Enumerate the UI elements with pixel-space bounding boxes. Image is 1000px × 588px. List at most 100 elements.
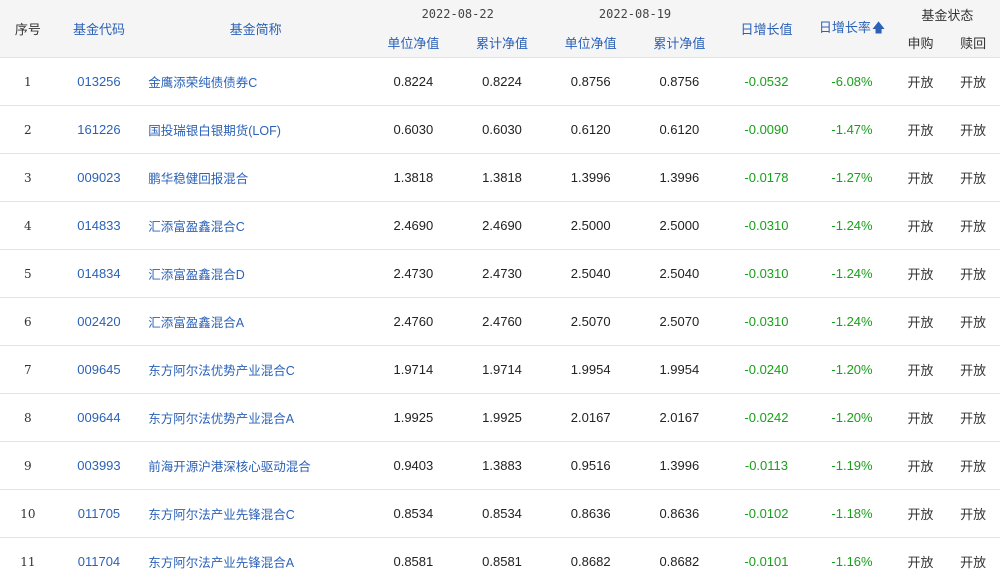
unit-nav-current: 2.4760 [369, 297, 458, 346]
unit-nav-current: 2.4730 [369, 249, 458, 298]
table-row: 3 009023 鹏华稳健回报混合 1.3818 1.3818 1.3996 1.3996-… [0, 153, 1000, 202]
acc-nav-previous: 2.5000 [635, 201, 724, 250]
subscribe-status: 开放 [894, 201, 947, 250]
acc-nav-current: 1.3818 [457, 153, 547, 202]
fund-name-link[interactable]: 东方阿尔法优势产业混合C [142, 345, 370, 394]
row-index: 10 [0, 489, 56, 538]
acc-nav-current: 2.4730 [457, 249, 547, 298]
acc-nav-previous: 1.3996 [635, 441, 724, 490]
fund-code-link[interactable]: 009644 [55, 393, 143, 442]
table-row: 9 003993 前海开源沪港深核心驱动混合 0.9403 1.3883 0.9516 1.… [0, 441, 1000, 490]
fund-code-link[interactable]: 014834 [55, 249, 143, 298]
table-row: 8 009644 东方阿尔法优势产业混合A 1.9925 1.9925 2.0167 2.0… [0, 393, 1000, 442]
fund-code-link[interactable]: 002420 [55, 297, 143, 346]
fund-name-link[interactable]: 前海开源沪港深核心驱动混合 [142, 441, 370, 490]
table-row: 5 014834 汇添富盈鑫混合D 2.4730 2.4730 2.5040 2.5040-… [0, 249, 1000, 298]
redeem-status: 开放 [946, 57, 1000, 106]
acc-nav-current: 0.8581 [457, 537, 547, 586]
fund-table: 序号 基金代码 基金简称 2022-08-22 2022-08-19 日增长值 … [0, 0, 1000, 586]
unit-nav-previous: 0.6120 [546, 105, 636, 154]
col-header-date-1: 2022-08-22 [369, 0, 547, 28]
unit-nav-previous: 0.8636 [546, 489, 636, 538]
redeem-status: 开放 [946, 345, 1000, 394]
fund-code-link[interactable]: 003993 [55, 441, 143, 490]
unit-nav-previous: 2.0167 [546, 393, 636, 442]
subscribe-status: 开放 [894, 489, 947, 538]
acc-nav-current: 2.4760 [457, 297, 547, 346]
fund-code-link[interactable]: 009023 [55, 153, 143, 202]
acc-nav-previous: 0.6120 [635, 105, 724, 154]
fund-name-link[interactable]: 金鹰添荣纯债债券C [142, 57, 370, 106]
table-row: 11 011704 东方阿尔法产业先锋混合A 0.8581 0.8581 0.8682 0.… [0, 537, 1000, 586]
day-growth-rate: -1.24% [809, 297, 895, 346]
unit-nav-current: 0.8224 [369, 57, 458, 106]
fund-code-link[interactable]: 161226 [55, 105, 143, 154]
redeem-status: 开放 [946, 153, 1000, 202]
day-growth-value: -0.0113 [723, 441, 810, 490]
day-growth-rate: -1.19% [809, 441, 895, 490]
acc-nav-current: 1.9925 [457, 393, 547, 442]
table-row: 7 009645 东方阿尔法优势产业混合C 1.9714 1.9714 1.9954 1.9… [0, 345, 1000, 394]
col-header-acc-nav-1[interactable]: 累计净值 [457, 28, 547, 58]
acc-nav-current: 1.3883 [457, 441, 547, 490]
col-header-date-2: 2022-08-19 [546, 0, 724, 28]
col-header-unit-nav-2[interactable]: 单位净值 [546, 28, 636, 58]
fund-name-link[interactable]: 汇添富盈鑫混合C [142, 201, 370, 250]
fund-code-link[interactable]: 009645 [55, 345, 143, 394]
unit-nav-previous: 2.5000 [546, 201, 636, 250]
unit-nav-current: 1.3818 [369, 153, 458, 202]
subscribe-status: 开放 [894, 441, 947, 490]
fund-name-link[interactable]: 汇添富盈鑫混合D [142, 249, 370, 298]
col-header-day-growth[interactable]: 日增长值 [723, 0, 810, 58]
table-row: 4 014833 汇添富盈鑫混合C 2.4690 2.4690 2.5000 2.5000-… [0, 201, 1000, 250]
row-index: 3 [0, 153, 56, 202]
col-header-unit-nav-1[interactable]: 单位净值 [369, 28, 458, 58]
fund-code-link[interactable]: 011704 [55, 537, 143, 586]
unit-nav-previous: 0.8756 [546, 57, 636, 106]
row-index: 9 [0, 441, 56, 490]
redeem-status: 开放 [946, 489, 1000, 538]
arrow-up-icon: 🡅 [871, 19, 886, 35]
day-growth-rate: -1.18% [809, 489, 895, 538]
col-header-redeem: 赎回 [946, 28, 1000, 58]
col-header-acc-nav-2[interactable]: 累计净值 [635, 28, 724, 58]
table-header: 序号 基金代码 基金简称 2022-08-22 2022-08-19 日增长值 … [0, 0, 1000, 58]
col-header-code[interactable]: 基金代码 [55, 0, 143, 58]
fund-name-link[interactable]: 东方阿尔法产业先锋混合A [142, 537, 370, 586]
col-header-name[interactable]: 基金简称 [142, 0, 370, 58]
fund-name-link[interactable]: 汇添富盈鑫混合A [142, 297, 370, 346]
acc-nav-current: 0.6030 [457, 105, 547, 154]
acc-nav-previous: 0.8756 [635, 57, 724, 106]
acc-nav-previous: 0.8636 [635, 489, 724, 538]
row-index: 7 [0, 345, 56, 394]
acc-nav-previous: 1.3996 [635, 153, 724, 202]
subscribe-status: 开放 [894, 393, 947, 442]
unit-nav-current: 0.9403 [369, 441, 458, 490]
col-header-day-rate[interactable]: 日增长率🡅 [809, 0, 895, 58]
row-index: 4 [0, 201, 56, 250]
unit-nav-current: 1.9714 [369, 345, 458, 394]
col-header-day-rate-label: 日增长率 [818, 19, 871, 35]
fund-code-link[interactable]: 014833 [55, 201, 143, 250]
row-index: 11 [0, 537, 56, 586]
day-growth-value: -0.0240 [723, 345, 810, 394]
fund-name-link[interactable]: 东方阿尔法产业先锋混合C [142, 489, 370, 538]
unit-nav-current: 0.8581 [369, 537, 458, 586]
subscribe-status: 开放 [894, 57, 947, 106]
redeem-status: 开放 [946, 441, 1000, 490]
fund-code-link[interactable]: 011705 [55, 489, 143, 538]
subscribe-status: 开放 [894, 249, 947, 298]
redeem-status: 开放 [946, 201, 1000, 250]
acc-nav-previous: 1.9954 [635, 345, 724, 394]
row-index: 2 [0, 105, 56, 154]
fund-code-link[interactable]: 013256 [55, 57, 143, 106]
col-header-status-group: 基金状态 [894, 0, 1000, 28]
day-growth-value: -0.0101 [723, 537, 810, 586]
fund-name-link[interactable]: 国投瑞银白银期货(LOF) [142, 105, 370, 154]
fund-name-link[interactable]: 鹏华稳健回报混合 [142, 153, 370, 202]
subscribe-status: 开放 [894, 345, 947, 394]
subscribe-status: 开放 [894, 105, 947, 154]
row-index: 6 [0, 297, 56, 346]
fund-name-link[interactable]: 东方阿尔法优势产业混合A [142, 393, 370, 442]
day-growth-value: -0.0310 [723, 249, 810, 298]
